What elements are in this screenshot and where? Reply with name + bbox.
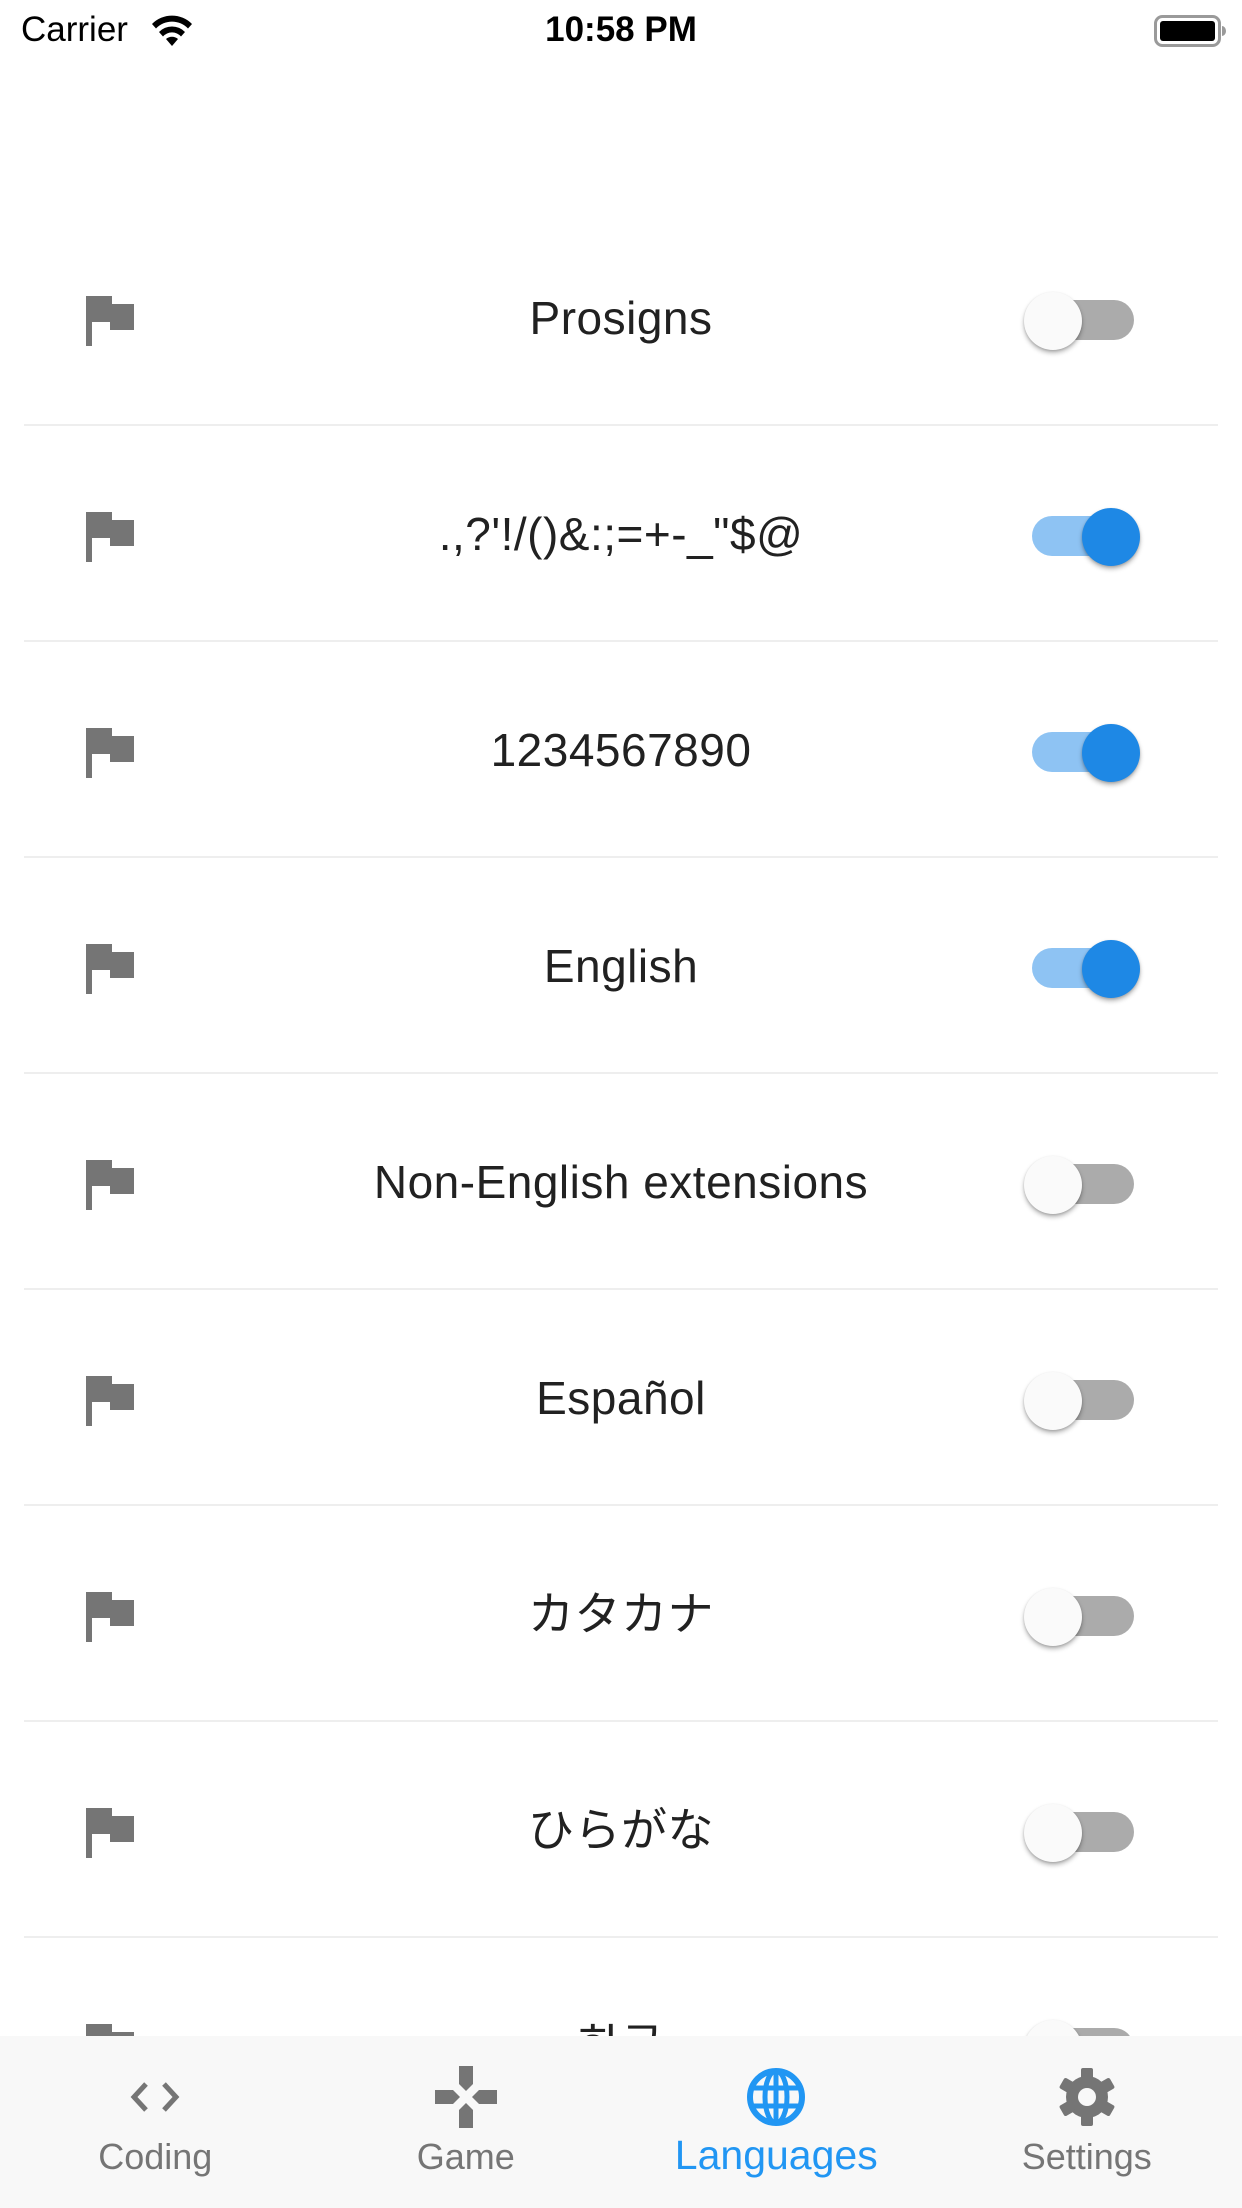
toggle-thumb[interactable] <box>1024 1804 1082 1862</box>
flag-icon <box>86 1376 134 1426</box>
flag-icon <box>86 1592 134 1642</box>
status-time: 10:58 PM <box>545 10 697 49</box>
language-toggle[interactable] <box>1024 1372 1140 1430</box>
language-label: Español <box>536 1372 706 1424</box>
language-label: Prosigns <box>529 292 713 344</box>
language-row[interactable]: .,?'!/()&:;=+-_"$@ <box>0 426 1242 642</box>
toggle-thumb[interactable] <box>1024 292 1082 350</box>
language-label: .,?'!/()&:;=+-_"$@ <box>438 508 804 560</box>
toggle-thumb[interactable] <box>1024 1588 1082 1646</box>
language-label: カタカナ <box>528 1588 714 1640</box>
language-toggle[interactable] <box>1024 1588 1140 1646</box>
tab-label: Languages <box>674 2132 878 2178</box>
language-row[interactable]: 1234567890 <box>0 642 1242 858</box>
tab-game[interactable]: Game <box>311 2036 622 2208</box>
flag-icon <box>86 728 134 778</box>
language-label: ひらがな <box>528 1804 714 1856</box>
battery-full-icon <box>1154 15 1226 47</box>
language-toggle[interactable] <box>1024 1804 1140 1862</box>
code-icon <box>130 2082 180 2112</box>
language-toggle[interactable] <box>1024 1156 1140 1214</box>
status-bar: Carrier 10:58 PM <box>0 0 1242 62</box>
flag-icon <box>86 1808 134 1858</box>
toggle-thumb[interactable] <box>1082 508 1140 566</box>
language-row[interactable]: Non-English extensions <box>0 1074 1242 1290</box>
toggle-thumb[interactable] <box>1024 1156 1082 1214</box>
tab-languages[interactable]: Languages <box>621 2036 932 2208</box>
bottom-tab-bar: Coding Game Languages Settings <box>0 2036 1242 2208</box>
language-label: Non-English extensions <box>373 1156 869 1208</box>
language-row[interactable]: ひらがな <box>0 1722 1242 1938</box>
globe-icon <box>747 2068 806 2126</box>
gear-icon <box>1059 2068 1115 2126</box>
language-row[interactable]: カタカナ <box>0 1506 1242 1722</box>
language-label: English <box>543 940 699 992</box>
tab-label: Coding <box>98 2136 213 2177</box>
toggle-thumb[interactable] <box>1082 940 1140 998</box>
tab-coding[interactable]: Coding <box>0 2036 311 2208</box>
tab-label: Game <box>416 2136 515 2177</box>
language-row[interactable]: Prosigns <box>0 210 1242 426</box>
flag-icon <box>86 512 134 562</box>
gamepad-icon <box>434 2066 497 2128</box>
language-row[interactable]: Español <box>0 1290 1242 1506</box>
language-toggle[interactable] <box>1024 292 1140 350</box>
flag-icon <box>86 1160 134 1210</box>
language-toggle[interactable] <box>1024 940 1140 998</box>
language-row[interactable]: English <box>0 858 1242 1074</box>
tab-settings[interactable]: Settings <box>932 2036 1242 2208</box>
flag-icon <box>86 296 134 346</box>
toggle-thumb[interactable] <box>1024 1372 1082 1430</box>
language-list: Prosigns .,?'!/()&:;=+-_"$@ 1234567890 E… <box>0 210 1242 2154</box>
language-toggle[interactable] <box>1024 724 1140 782</box>
language-toggle[interactable] <box>1024 508 1140 566</box>
toggle-thumb[interactable] <box>1082 724 1140 782</box>
language-label: 1234567890 <box>490 724 752 776</box>
tab-label: Settings <box>1021 2136 1152 2177</box>
flag-icon <box>86 944 134 994</box>
